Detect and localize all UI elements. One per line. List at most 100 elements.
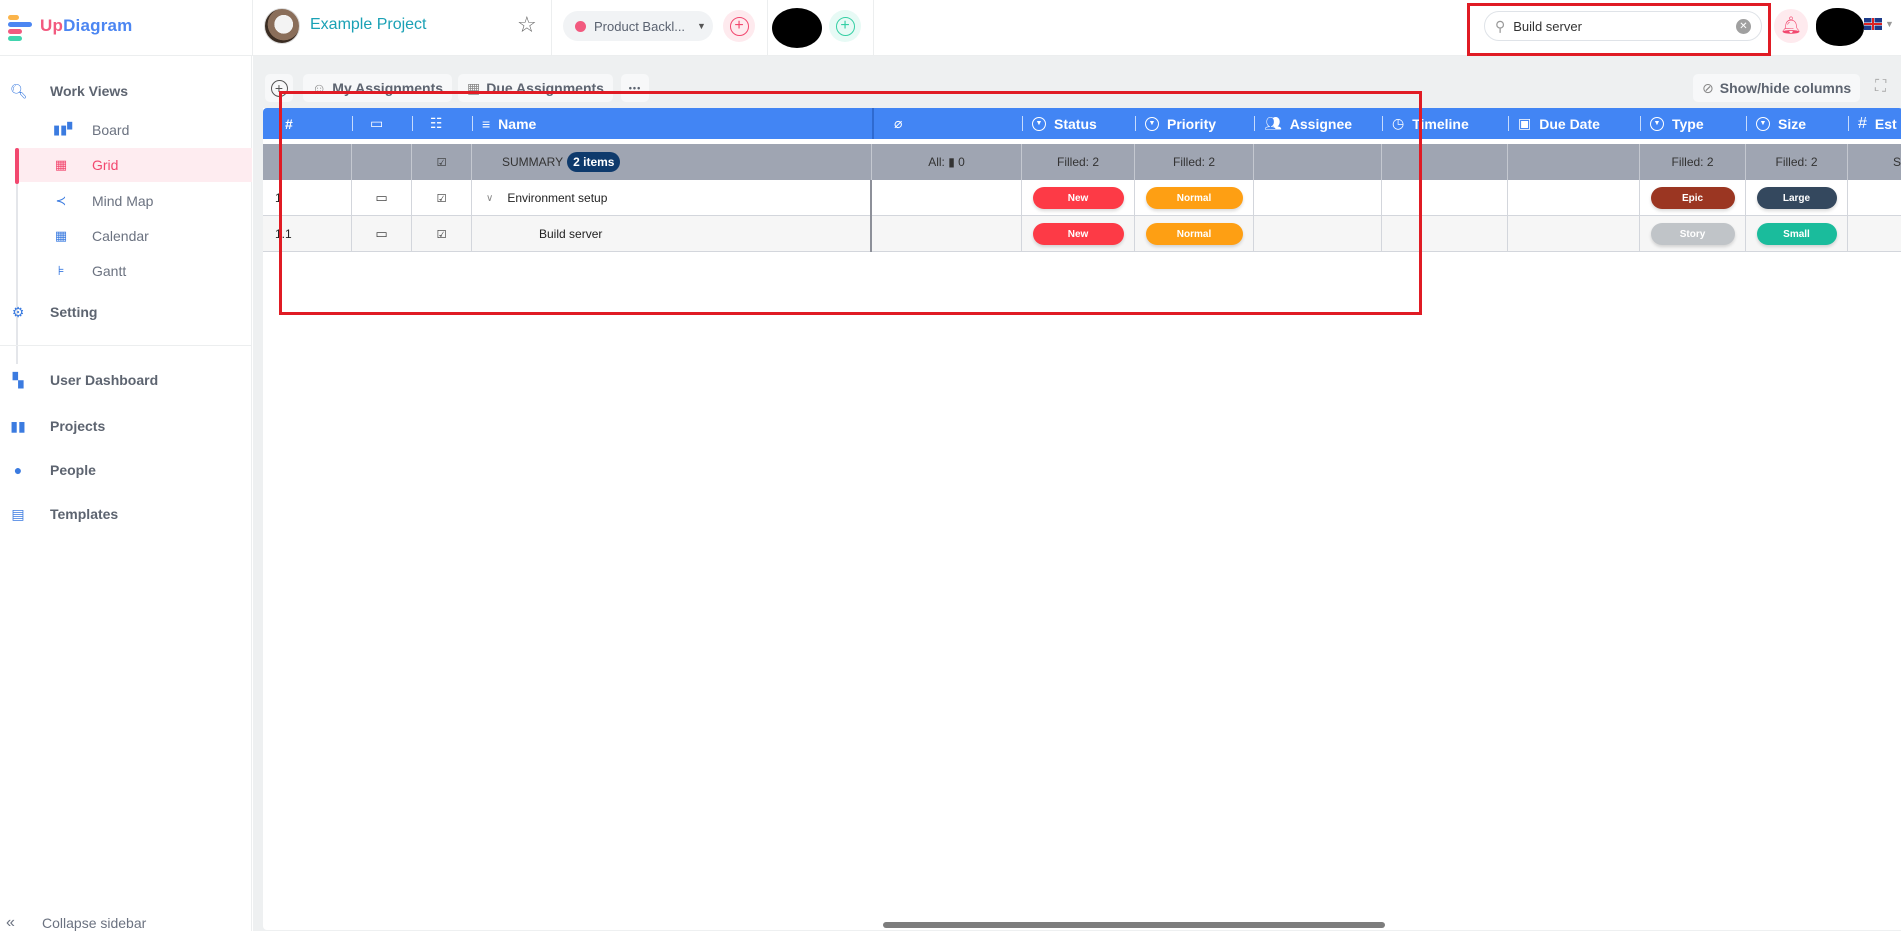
column-header-timeline[interactable]: ◷ Timeline [1382, 108, 1508, 139]
plus-icon: + [835, 16, 855, 36]
summary-due-date-cell [1508, 144, 1640, 180]
sidebar-item-work-views[interactable]: 🔍︎ Work Views [0, 74, 252, 108]
backlog-selector[interactable]: Product Backl... ▼ [563, 11, 713, 41]
summary-estimate-value: S [1893, 155, 1901, 169]
type-cell[interactable]: Story [1640, 216, 1746, 252]
uk-flag-icon[interactable] [1864, 18, 1882, 30]
estimate-cell[interactable] [1848, 216, 1901, 252]
collapse-sidebar-label: Collapse sidebar [42, 915, 147, 931]
column-header-priority[interactable]: ▼ Priority [1135, 108, 1254, 139]
attachments-cell[interactable] [872, 216, 1022, 252]
show-hide-columns-button[interactable]: ⊘ Show/hide columns [1693, 74, 1861, 102]
priority-cell[interactable]: Normal [1135, 216, 1254, 252]
column-header-assignee[interactable]: 👥︎ Assignee [1254, 108, 1382, 139]
priority-badge[interactable]: Normal [1145, 187, 1243, 209]
checkbox-icon[interactable]: ☑ [437, 228, 447, 241]
notifications-button[interactable]: 🔔︎ [1774, 9, 1808, 43]
assignee-cell[interactable] [1254, 216, 1382, 252]
search-field[interactable]: ⚲ ✕ [1484, 11, 1762, 41]
status-cell[interactable]: New [1022, 180, 1135, 216]
clear-search-icon[interactable]: ✕ [1736, 18, 1751, 34]
task-name[interactable]: Environment setup [507, 191, 607, 205]
caret-down-icon[interactable]: ▼ [1885, 19, 1894, 29]
comment-icon[interactable]: ▭ [375, 226, 387, 242]
project-avatar[interactable] [264, 8, 300, 44]
status-cell[interactable]: New [1022, 216, 1135, 252]
horizontal-scrollbar[interactable] [883, 922, 1385, 928]
type-badge[interactable]: Story [1650, 223, 1735, 245]
search-input[interactable] [1513, 18, 1728, 34]
summary-assignee-cell [1254, 144, 1382, 180]
sidebar-item-templates[interactable]: ▤ Templates [0, 497, 252, 531]
checkbox-icon[interactable]: ☑ [437, 192, 447, 205]
add-member-button[interactable]: + [829, 10, 861, 42]
table-row[interactable]: 1.1 ▭ ☑ Build server New Normal Story Sm… [263, 216, 1901, 252]
size-badge[interactable]: Small [1756, 223, 1837, 245]
sidebar-item-setting[interactable]: ⚙ Setting [0, 295, 252, 329]
status-badge[interactable]: New [1032, 223, 1124, 245]
attachments-cell[interactable] [872, 180, 1022, 216]
estimate-cell[interactable] [1848, 180, 1901, 216]
checklist-icon: ☷ [430, 115, 443, 131]
task-name[interactable]: Build server [539, 227, 602, 241]
column-header-status[interactable]: ▼ Status [1022, 108, 1135, 139]
sidebar-item-user-dashboard[interactable]: ▚ User Dashboard [0, 363, 252, 397]
column-header-attachments[interactable]: ⌀ [872, 108, 1022, 139]
fullscreen-icon[interactable]: ⛶ [1875, 78, 1886, 96]
size-cell[interactable]: Small [1746, 216, 1848, 252]
project-name[interactable]: Example Project [310, 16, 427, 34]
assignee-cell[interactable] [1254, 180, 1382, 216]
status-badge[interactable]: New [1032, 187, 1124, 209]
checklist-cell[interactable]: ☑ [412, 180, 472, 216]
sidebar-item-board[interactable]: ▮▮▘ Board [16, 113, 252, 147]
comments-cell[interactable]: ▭ [352, 180, 412, 216]
chevron-down-icon[interactable]: ∨ [486, 193, 493, 204]
sidebar-item-label: Calendar [92, 228, 149, 244]
app-logo[interactable]: UpDiagram [8, 13, 133, 41]
column-header-due-date[interactable]: ▣ Due Date [1508, 108, 1640, 139]
my-assignments-label: My Assignments [332, 80, 444, 96]
top-bar: UpDiagram Example Project ☆ Product Back… [0, 0, 1901, 56]
column-header-name[interactable]: ≡ Name [472, 108, 872, 139]
column-header-checklist[interactable]: ☷ [412, 108, 472, 139]
type-cell[interactable]: Epic [1640, 180, 1746, 216]
table-row[interactable]: 1 ▭ ☑ ∨ Environment setup New Normal Epi… [263, 180, 1901, 216]
column-header-estimate[interactable]: # Est [1848, 108, 1901, 139]
sidebar-item-projects[interactable]: ▮▮ Projects [0, 409, 252, 443]
comments-cell[interactable]: ▭ [352, 216, 412, 252]
sidebar-item-grid[interactable]: ▦ Grid [16, 148, 252, 182]
priority-badge[interactable]: Normal [1145, 223, 1243, 245]
star-icon[interactable]: ☆ [517, 12, 537, 38]
size-cell[interactable]: Large [1746, 180, 1848, 216]
name-cell[interactable]: ∨ Environment setup [472, 180, 872, 216]
sidebar-item-calendar[interactable]: ▦ Calendar [16, 219, 252, 253]
sidebar-item-gantt[interactable]: ⊧ Gantt [16, 254, 252, 288]
priority-cell[interactable]: Normal [1135, 180, 1254, 216]
column-header-comments[interactable]: ▭ [352, 108, 412, 139]
timeline-cell[interactable] [1382, 216, 1508, 252]
size-badge[interactable]: Large [1756, 187, 1837, 209]
column-header-number[interactable]: # [275, 108, 351, 139]
due-assignments-button[interactable]: ▦ Due Assignments [458, 74, 613, 102]
checklist-cell[interactable]: ☑ [412, 216, 472, 252]
person-icon: ● [13, 462, 23, 478]
redacted-user-avatar[interactable] [1816, 8, 1864, 46]
sidebar-item-people[interactable]: ● People [0, 453, 252, 487]
add-backlog-button[interactable]: + [723, 10, 755, 42]
grid-icon: ▦ [54, 157, 68, 172]
timeline-cell[interactable] [1382, 180, 1508, 216]
add-view-button[interactable]: + [265, 74, 293, 102]
more-options-button[interactable]: ••• [621, 74, 649, 102]
column-header-size[interactable]: ▼ Size [1746, 108, 1848, 139]
my-assignments-button[interactable]: ☺ My Assignments [303, 74, 453, 102]
row-number-text: 1.1 [275, 227, 292, 241]
dropdown-circle-icon: ▼ [1032, 116, 1046, 131]
name-cell[interactable]: Build server [472, 216, 872, 252]
column-header-type[interactable]: ▼ Type [1640, 108, 1746, 139]
type-badge[interactable]: Epic [1650, 187, 1735, 209]
comment-icon[interactable]: ▭ [375, 190, 387, 206]
due-date-cell[interactable] [1508, 216, 1640, 252]
due-date-cell[interactable] [1508, 180, 1640, 216]
collapse-sidebar-button[interactable]: « Collapse sidebar [6, 914, 146, 931]
sidebar-item-mind-map[interactable]: ≺ Mind Map [16, 184, 252, 218]
